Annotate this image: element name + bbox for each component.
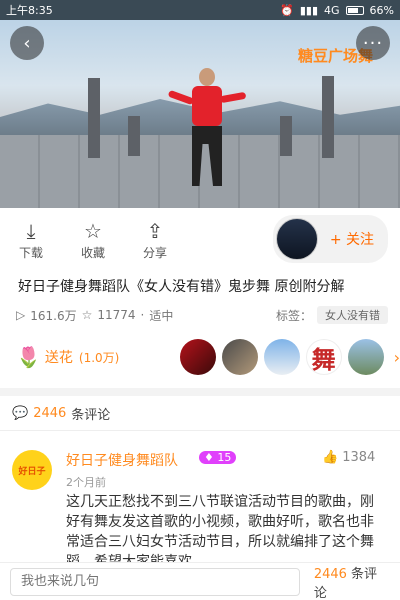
- level-value: 15: [217, 451, 232, 464]
- commenter-name[interactable]: 好日子健身舞蹈队: [66, 450, 178, 470]
- giver-avatar[interactable]: [263, 339, 300, 375]
- video-pillar: [128, 116, 140, 156]
- play-count: 161.6万: [30, 308, 77, 323]
- battery-icon: [345, 5, 364, 15]
- favorite-label: 收藏: [80, 245, 105, 260]
- share-label: 分享: [142, 245, 167, 260]
- favorite-count: 11774: [97, 308, 136, 322]
- comment-time: 2个月前: [66, 476, 106, 489]
- favorite-button[interactable]: ☆ 收藏: [62, 218, 124, 261]
- giver-avatar[interactable]: [347, 339, 384, 375]
- author-avatar[interactable]: [275, 218, 318, 260]
- section-divider: [0, 388, 400, 396]
- download-label: 下载: [18, 245, 43, 260]
- comment-count: 2446: [33, 406, 67, 421]
- tag-chip[interactable]: 女人没有错: [317, 306, 388, 324]
- flower-givers: 舞 ›: [179, 339, 400, 375]
- signal-icon: ▮▮▮: [299, 3, 319, 17]
- download-icon: ⤓: [26, 218, 36, 243]
- status-icons: ⏰ ▮▮▮ 4G 66%: [280, 4, 394, 17]
- alarm-icon: ⏰: [280, 3, 294, 17]
- status-time: 上午8:35: [6, 4, 53, 17]
- video-pillar: [280, 116, 292, 156]
- giver-avatar[interactable]: [179, 339, 216, 375]
- more-dots-icon: ···: [362, 32, 384, 54]
- back-button[interactable]: ‹: [10, 26, 44, 60]
- divider-line: [0, 430, 400, 431]
- battery-level: 66%: [369, 3, 394, 17]
- comments-header: 💬 2446 条评论: [12, 404, 110, 423]
- play-icon: ▷: [16, 308, 26, 322]
- download-button[interactable]: ⤓ 下载: [0, 218, 62, 261]
- level-badge: ♦ 15: [199, 451, 237, 464]
- action-bar: ⤓ 下载 ☆ 收藏 ⇪ 分享 + 关注: [0, 208, 400, 270]
- tags-label: 标签：: [275, 308, 312, 323]
- dancer-figure: [167, 68, 247, 208]
- comments-link[interactable]: 2446 条评论: [314, 563, 390, 600]
- comment-count-suffix: 条评论: [71, 408, 111, 423]
- dot-separator: ·: [140, 308, 145, 322]
- comment-input-bar: 2446 条评论: [0, 562, 400, 600]
- video-pillar: [88, 78, 100, 158]
- video-title: 好日子健身舞蹈队《女人没有错》鬼步舞 原创附分解: [18, 279, 345, 295]
- status-bar: 上午8:35 ⏰ ▮▮▮ 4G 66%: [0, 0, 400, 20]
- commenter-avatar[interactable]: 好日子: [12, 450, 52, 490]
- chevron-left-icon: ‹: [23, 32, 31, 54]
- chevron-right-icon[interactable]: ›: [394, 348, 400, 367]
- like-count: 1384: [342, 450, 376, 465]
- flower-section: 🌷 送花 (1.0万) 舞 ›: [16, 336, 400, 378]
- more-button[interactable]: ···: [356, 26, 390, 60]
- network-label: 4G: [324, 3, 340, 17]
- send-flower-button[interactable]: 送花: [45, 347, 73, 367]
- like-button[interactable]: 👍 1384: [322, 450, 375, 465]
- comment-text: 这几天正愁找不到三八节联谊活动节目的歌曲，刚好有舞友发这首歌的小视频，歌曲好听，…: [66, 494, 374, 570]
- comment-input[interactable]: [10, 567, 300, 596]
- video-pillar: [322, 76, 334, 158]
- share-button[interactable]: ⇪ 分享: [124, 218, 186, 261]
- author-follow-box: + 关注: [272, 215, 388, 263]
- video-player[interactable]: 糖豆广场舞: [0, 20, 400, 208]
- video-meta: ▷ 161.6万 ☆ 11774 · 适中 标签： 女人没有错: [16, 305, 388, 325]
- giver-avatar[interactable]: [221, 339, 258, 375]
- difficulty-level: 适中: [149, 308, 174, 323]
- flower-count: (1.0万): [78, 350, 120, 365]
- comment-bubble-icon: 💬: [12, 406, 29, 421]
- giver-avatar[interactable]: 舞: [305, 339, 342, 375]
- flower-icon[interactable]: 🌷: [16, 345, 41, 369]
- follow-button[interactable]: + 关注: [330, 229, 374, 249]
- thumbs-up-icon: 👍: [322, 450, 339, 465]
- share-icon: ⇪: [146, 218, 164, 243]
- bottom-comment-count: 2446: [313, 566, 347, 582]
- star-icon: ☆: [84, 218, 102, 243]
- star-outline-icon: ☆: [81, 308, 93, 322]
- gem-icon: ♦: [204, 451, 214, 464]
